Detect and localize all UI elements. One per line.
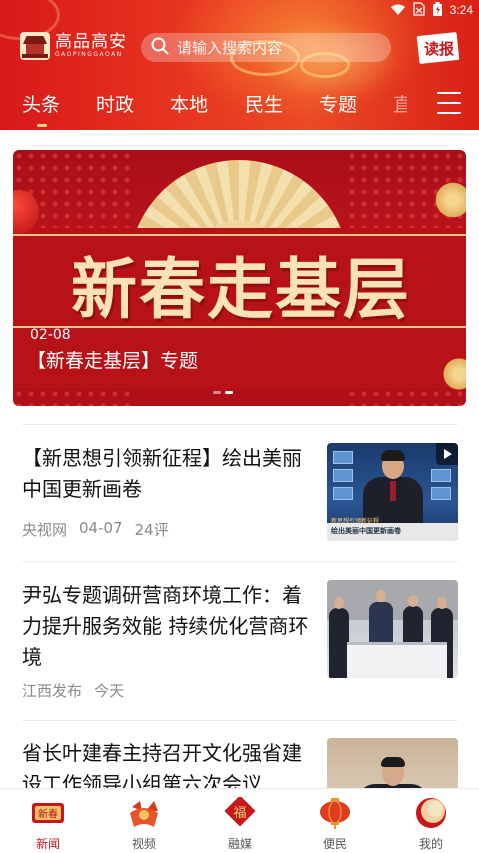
lantern-icon [317, 797, 353, 829]
search-input[interactable] [177, 38, 377, 57]
logo-mark-icon [20, 32, 50, 60]
thumbnail-caption-top: 新思想引领新征程 [331, 518, 380, 525]
nav-news-label: 新闻 [35, 837, 60, 851]
divider [22, 720, 458, 721]
nav-news[interactable]: 新春 新闻 [18, 797, 78, 852]
status-bar: 3:24 [390, 0, 473, 20]
no-sim-icon [412, 1, 425, 20]
banner-date: 02-08 [30, 327, 71, 343]
fu-icon: 福 [222, 795, 258, 829]
tab-live[interactable]: 直 [393, 90, 407, 117]
news-comments: 24评 [134, 521, 169, 539]
channel-tabs: 头条 时政 本地 民生 专题 直 [0, 84, 479, 127]
header: 3:24 高品高安 GAOPINGGAOAN 读报 头条 [0, 0, 479, 130]
news-source: 江西发布 [22, 682, 83, 700]
news-icon: 新春 [30, 797, 66, 829]
news-item[interactable]: 【新思想引领新征程】绘出美丽中国更新画卷 央视网 04-07 24评 新思想引领… [22, 443, 458, 543]
menu-icon[interactable] [437, 92, 461, 114]
app-logo[interactable]: 高品高安 GAOPINGGAOAN [20, 32, 127, 60]
news-icon-text: 新春 [38, 808, 58, 821]
banner-carousel[interactable]: 新春走基层 02-08 【新春走基层】专题 [13, 150, 466, 406]
bottom-navigation: 新春 新闻 视频 福 融媒 便民 我的 [0, 788, 479, 853]
nav-media[interactable]: 福 融媒 [210, 795, 270, 852]
nav-mine-label: 我的 [418, 837, 443, 851]
wifi-icon [390, 1, 405, 20]
battery-icon [432, 1, 442, 20]
nav-video[interactable]: 视频 [114, 797, 174, 852]
nav-media-label: 融媒 [227, 837, 252, 851]
news-source: 央视网 [22, 521, 68, 539]
news-date: 今天 [94, 682, 125, 700]
news-headline: 【新思想引领新征程】绘出美丽中国更新画卷 [22, 446, 302, 501]
tab-livelihood[interactable]: 民生 [245, 90, 283, 117]
nav-video-label: 视频 [131, 837, 156, 851]
news-thumbnail: 新思想引领新征程 绘出美丽中国更新画卷 [327, 443, 458, 541]
read-newspaper-label: 读报 [424, 40, 455, 58]
nav-service-label: 便民 [322, 837, 347, 851]
search-icon [151, 37, 169, 59]
thumbnail-caption: 绘出美丽中国更新画卷 [331, 527, 401, 535]
news-item[interactable]: 尹弘专题调研营商环境工作：着力提升服务效能 持续优化营商环境 江西发布 今天 [22, 580, 458, 700]
video-icon [126, 797, 162, 829]
nav-service[interactable]: 便民 [305, 797, 365, 852]
tab-local[interactable]: 本地 [170, 90, 208, 117]
news-headline: 尹弘专题调研营商环境工作：着力提升服务效能 持续优化营商环境 [22, 583, 309, 669]
search-bar[interactable] [141, 33, 391, 62]
news-meta: 江西发布 今天 [22, 680, 124, 701]
divider [22, 424, 458, 425]
news-thumbnail [327, 580, 458, 678]
banner-caption: 【新春走基层】专题 [27, 350, 199, 372]
clock: 3:24 [449, 3, 473, 17]
tab-special[interactable]: 专题 [319, 90, 357, 117]
news-date: 04-07 [79, 519, 123, 537]
logo-title: 高品高安 [55, 32, 127, 52]
logo-subtitle: GAOPINGGAOAN [55, 51, 123, 58]
carousel-dot-active [225, 391, 233, 394]
banner-title: 新春走基层 [71, 250, 411, 328]
tab-headline[interactable]: 头条 [22, 90, 60, 127]
flower-decoration [433, 180, 466, 220]
play-icon[interactable] [436, 443, 458, 465]
drum-icon [413, 797, 449, 829]
carousel-dot [213, 391, 221, 394]
news-meta: 央视网 04-07 24评 [22, 519, 169, 540]
divider [22, 561, 458, 562]
fu-icon-text: 福 [233, 806, 246, 821]
nav-mine[interactable]: 我的 [401, 797, 461, 852]
app-screen: 3:24 高品高安 GAOPINGGAOAN 读报 头条 [0, 0, 479, 853]
carousel-indicator [213, 391, 233, 394]
read-newspaper-button[interactable]: 读报 [414, 31, 462, 65]
tab-politics[interactable]: 时政 [96, 90, 134, 117]
